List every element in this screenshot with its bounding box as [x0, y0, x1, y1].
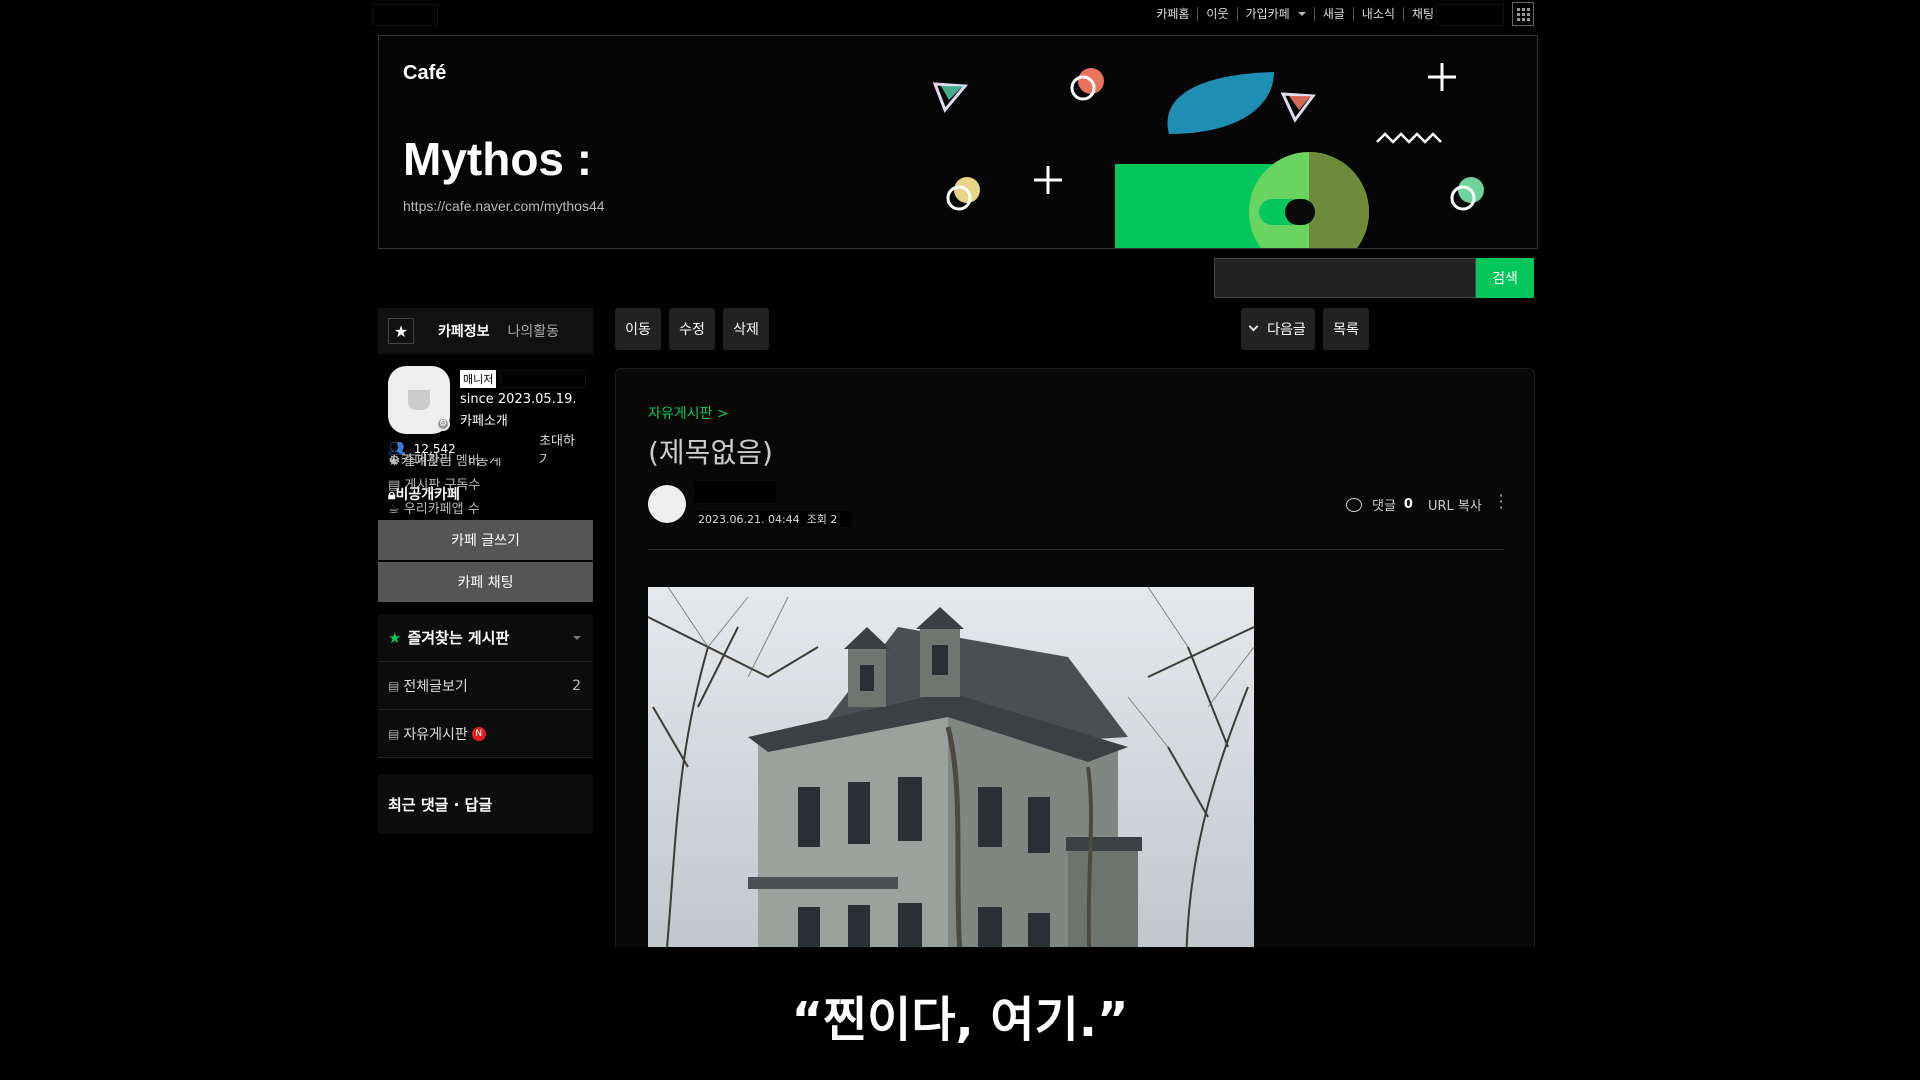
- cafe-stats: ★ 즐겨찾는 멤버 ▤ 게시판 구독수 ☕︎ 우리카페앱 수: [388, 450, 480, 522]
- star-icon: ★: [388, 628, 402, 647]
- board-icon: ▤: [388, 678, 400, 693]
- sidebar-tabs: ★ 카페정보 나의활동: [378, 308, 593, 354]
- delete-button[interactable]: 삭제: [723, 308, 769, 350]
- favorite-boards-title: 즐겨찾는 게시판: [407, 629, 510, 647]
- haunted-house-image: [648, 587, 1254, 947]
- redacted-block: [1436, 4, 1504, 26]
- post-card: 자유게시판 > (제목없음) 2023.06.21. 04:44 조회 2 댓글…: [615, 368, 1535, 947]
- search-input[interactable]: [1214, 258, 1476, 298]
- board-label: 전체글보기: [403, 678, 468, 695]
- stat-app-users[interactable]: ☕︎ 우리카페앱 수: [388, 498, 480, 522]
- cafe-chat-button[interactable]: 카페 채팅: [378, 562, 593, 602]
- stat-board-subscribers[interactable]: ▤ 게시판 구독수: [388, 474, 480, 498]
- sidebar: ★ 카페정보 나의활동 ⚙ 매니저 since 2023.05.19. 카페소개…: [378, 308, 593, 834]
- comment-count: 0: [1403, 497, 1413, 512]
- chevron-down-icon[interactable]: [573, 635, 581, 640]
- next-post-button[interactable]: 다음글: [1241, 308, 1315, 350]
- nav-neighbors[interactable]: 이웃: [1198, 7, 1238, 21]
- board-count: 2: [572, 677, 581, 694]
- top-nav: 카페홈 이웃 가입카페 새글 내소식 채팅: [1148, 7, 1443, 21]
- manager-badge: 매니저: [460, 370, 497, 388]
- next-post-label: 다음글: [1267, 322, 1306, 338]
- post-meta: 2023.06.21. 04:44 조회 2: [698, 511, 852, 527]
- nav-my-news[interactable]: 내소식: [1354, 7, 1404, 21]
- nav-joined-cafes[interactable]: 가입카페: [1238, 7, 1315, 21]
- favorite-boards-header[interactable]: ★ 즐겨찾는 게시판: [378, 614, 593, 662]
- stat-label: 게시판 구독수: [404, 478, 481, 493]
- edit-button[interactable]: 수정: [669, 308, 715, 350]
- redacted-block: [500, 370, 586, 388]
- redacted-block: [372, 4, 438, 26]
- cafe-banner: Café Mythos : https://cafe.naver.com/myt…: [378, 35, 1538, 249]
- breadcrumb[interactable]: 자유게시판 >: [648, 403, 729, 423]
- coffee-cup-icon: [408, 390, 430, 410]
- board-label: 자유게시판: [403, 726, 468, 743]
- cafe-write-button[interactable]: 카페 글쓰기: [378, 520, 593, 560]
- stat-label: 즐겨찾는 멤버: [403, 454, 480, 469]
- new-badge: N: [471, 726, 486, 741]
- comment-link[interactable]: 댓글 0: [1346, 495, 1413, 514]
- favorite-boards: ★ 즐겨찾는 게시판 ▤ 전체글보기 2 ▤ 자유게시판 N: [378, 614, 593, 758]
- chevron-down-icon: [1297, 12, 1306, 16]
- subtitle-caption: “찐이다, 여기.”: [791, 992, 1129, 1048]
- cafe-url: https://cafe.naver.com/mythos44: [403, 198, 605, 214]
- post-title: (제목없음): [648, 436, 773, 469]
- board-icon: ▤: [388, 726, 400, 741]
- recent-comments-header[interactable]: 최근 댓글 · 답글: [378, 774, 593, 834]
- top-bar: 카페홈 이웃 가입카페 새글 내소식 채팅: [372, 0, 1548, 30]
- divider: [648, 549, 1504, 550]
- redacted-block: [694, 481, 776, 503]
- nav-new-posts[interactable]: 새글: [1315, 7, 1354, 21]
- comment-label: 댓글: [1372, 499, 1396, 514]
- nav-joined-label: 가입카페: [1245, 7, 1290, 21]
- tab-cafe-info[interactable]: 카페정보: [438, 321, 490, 341]
- move-button[interactable]: 이동: [615, 308, 661, 350]
- since-date: since 2023.05.19.: [460, 392, 577, 407]
- gear-icon[interactable]: ⚙: [436, 417, 450, 431]
- comment-icon: [1346, 497, 1362, 512]
- app-grid-icon[interactable]: [1512, 2, 1534, 26]
- stat-label: 우리카페앱 수: [403, 502, 480, 517]
- cafe-title[interactable]: Mythos :: [403, 132, 592, 186]
- board-item-free-board[interactable]: ▤ 자유게시판 N: [378, 710, 593, 758]
- avatar[interactable]: [648, 485, 686, 523]
- redacted-block: [546, 453, 590, 529]
- tab-my-activity[interactable]: 나의활동: [508, 321, 560, 341]
- board-item-all-posts[interactable]: ▤ 전체글보기 2: [378, 662, 593, 710]
- chevron-down-icon: [1248, 321, 1259, 332]
- cafe-logo[interactable]: Café: [403, 62, 446, 85]
- url-copy-button[interactable]: URL 복사: [1428, 495, 1482, 514]
- post-date: 2023.06.21. 04:44: [698, 513, 800, 526]
- stat-favorite-members[interactable]: ★ 즐겨찾는 멤버: [388, 450, 480, 474]
- post-views: 조회 2: [806, 513, 838, 526]
- list-button[interactable]: 목록: [1323, 308, 1369, 350]
- cafe-intro-link[interactable]: 카페소개: [460, 410, 508, 429]
- star-icon[interactable]: ★: [388, 318, 414, 344]
- cafe-app-window: 카페홈 이웃 가입카페 새글 내소식 채팅 Café Mythos: http…: [372, 0, 1548, 947]
- more-icon[interactable]: · · ·: [1498, 488, 1504, 516]
- nav-cafe-home[interactable]: 카페홈: [1148, 7, 1199, 21]
- search-button[interactable]: 검색: [1476, 258, 1534, 298]
